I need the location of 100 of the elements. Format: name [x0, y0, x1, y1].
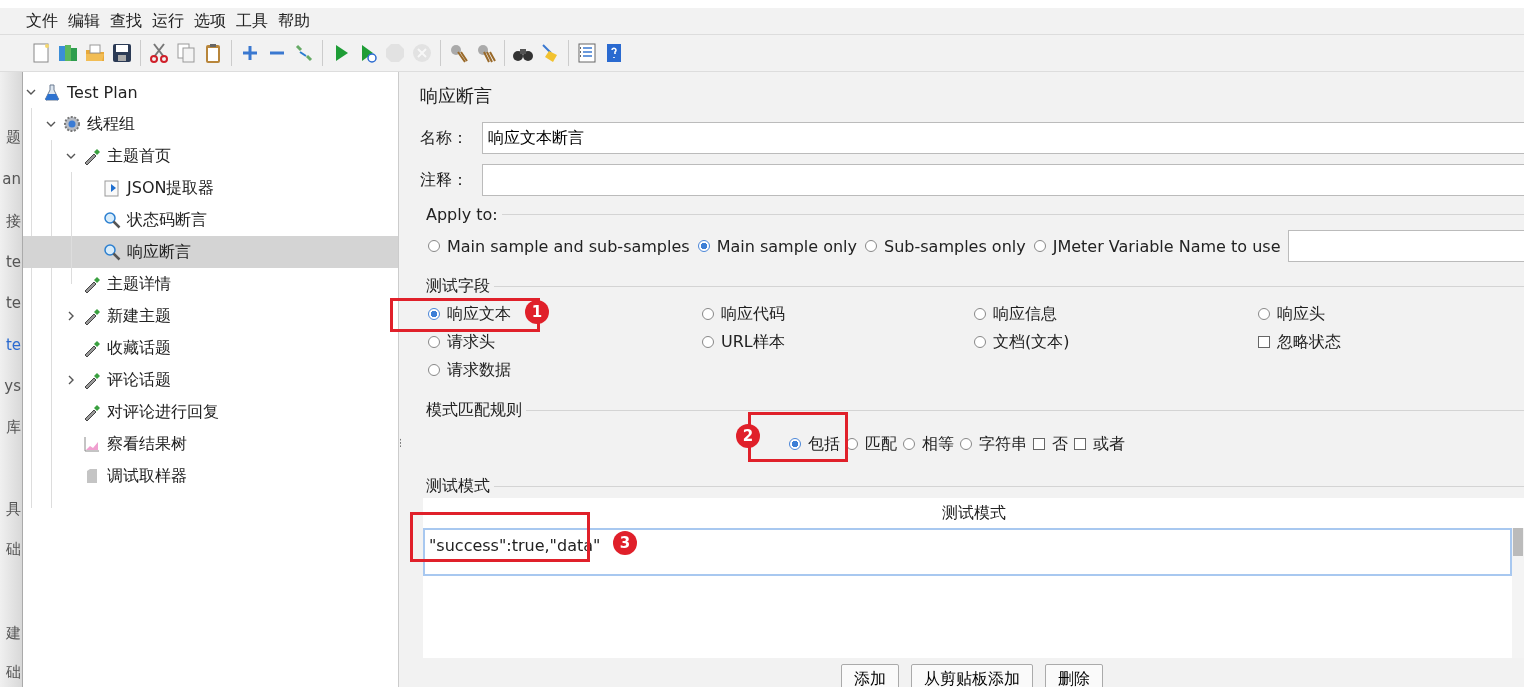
radio-button[interactable] [702, 336, 714, 348]
variable-name-field[interactable] [1288, 230, 1524, 262]
radio-button[interactable] [428, 240, 440, 252]
pipette-icon [83, 275, 101, 293]
action-button[interactable]: 删除 [1045, 664, 1103, 687]
background-text: 库 [6, 418, 21, 437]
checkbox[interactable] [1033, 438, 1045, 450]
radio-button[interactable] [865, 240, 878, 252]
chevron-down-icon[interactable] [66, 151, 76, 161]
menu-item[interactable]: 工具 [236, 10, 268, 32]
option-label: 忽略状态 [1277, 331, 1341, 353]
books-icon[interactable] [57, 42, 79, 64]
tree-item[interactable]: JSON提取器 [23, 172, 398, 204]
list-icon[interactable] [576, 42, 598, 64]
tree-item[interactable]: 主题首页 [23, 140, 398, 172]
magnifier-icon [103, 243, 121, 261]
pipette-icon [83, 371, 101, 389]
flask-icon [43, 83, 61, 101]
option-label: 相等 [922, 433, 954, 455]
background-text: te [5, 336, 21, 354]
radio-button[interactable] [428, 336, 440, 348]
pipette-icon [83, 147, 101, 165]
option-label: 响应头 [1277, 303, 1325, 325]
tree-item[interactable]: 察看结果树 [23, 428, 398, 460]
menu-item[interactable]: 选项 [194, 10, 226, 32]
option-label: 请求头 [447, 331, 495, 353]
radio-button[interactable] [702, 308, 714, 320]
radio-button[interactable] [428, 308, 440, 320]
menu-item[interactable]: 帮助 [278, 10, 310, 32]
copy-icon[interactable] [175, 42, 197, 64]
comment-field[interactable] [482, 164, 1524, 196]
background-text: ys [4, 377, 21, 395]
option-label: 响应信息 [993, 303, 1057, 325]
action-button[interactable]: 从剪贴板添加 [911, 664, 1033, 687]
action-button[interactable]: 添加 [841, 664, 899, 687]
radio-button[interactable] [903, 438, 915, 450]
tree-item[interactable]: 响应断言 [23, 236, 398, 268]
option-label: 请求数据 [447, 359, 511, 381]
step-number: 2 [736, 424, 760, 448]
step-number: 1 [525, 300, 549, 324]
radio-button[interactable] [789, 438, 801, 450]
background-text: 础 [6, 663, 21, 682]
checkbox[interactable] [1258, 336, 1270, 348]
tree-item[interactable]: 调试取样器 [23, 460, 398, 492]
tree-item[interactable]: 新建主题 [23, 300, 398, 332]
option-label: 匹配 [865, 433, 897, 455]
option-label: URL样本 [721, 331, 785, 353]
broom-icon[interactable] [448, 42, 470, 64]
menu-item[interactable]: 文件 [26, 10, 58, 32]
scissors-icon[interactable] [148, 42, 170, 64]
menu-item[interactable]: 查找 [110, 10, 142, 32]
group-title: 模式匹配规则 [426, 399, 522, 421]
chevron-down-icon[interactable] [26, 87, 36, 97]
menu-item[interactable]: 编辑 [68, 10, 100, 32]
field-label: 名称： [420, 127, 469, 149]
radio-button[interactable] [974, 308, 986, 320]
document-icon[interactable] [30, 42, 52, 64]
tree-item[interactable]: 收藏话题 [23, 332, 398, 364]
radio-button[interactable] [1258, 308, 1270, 320]
tree-item[interactable]: 状态码断言 [23, 204, 398, 236]
background-text: 接 [6, 212, 21, 231]
name-field[interactable]: 响应文本断言 [482, 122, 1524, 154]
chevron-right-icon[interactable] [66, 311, 76, 321]
background-text: 题 [6, 128, 21, 147]
tree-item[interactable]: 主题详情 [23, 268, 398, 300]
option-label: 响应代码 [721, 303, 785, 325]
field-label: 注释： [420, 169, 469, 191]
radio-button[interactable] [974, 336, 986, 348]
panel-title: 响应断言 [420, 84, 493, 108]
page-icon [86, 468, 98, 484]
option-label: 响应文本 [447, 303, 511, 325]
chevron-down-icon[interactable] [46, 119, 56, 129]
checkbox[interactable] [1074, 438, 1086, 450]
option-label: 或者 [1093, 433, 1125, 455]
option-label: 否 [1052, 433, 1068, 455]
background-text: te [5, 294, 21, 312]
background-text: an [2, 170, 21, 188]
brooms-icon[interactable] [475, 42, 497, 64]
radio-button[interactable] [428, 364, 440, 376]
radio-button[interactable] [697, 240, 710, 252]
tree-item[interactable]: Test Plan [23, 76, 398, 108]
tree-item[interactable]: 线程组 [23, 108, 398, 140]
scrollbar[interactable] [1512, 528, 1524, 658]
column-header: 测试模式 [940, 502, 1007, 524]
option-label: Main sample and sub-samples [447, 236, 690, 256]
menu-item[interactable]: 运行 [152, 10, 184, 32]
option-label: 包括 [808, 433, 840, 455]
tree-item[interactable]: 评论话题 [23, 364, 398, 396]
folder-icon[interactable] [84, 42, 106, 64]
chevron-right-icon[interactable] [66, 375, 76, 385]
toggle-icon[interactable] [293, 42, 315, 64]
splitter-grip-icon[interactable] [399, 438, 402, 448]
background-text: te [5, 253, 21, 271]
tree-item[interactable]: 对评论进行回复 [23, 396, 398, 428]
pipette-icon [83, 403, 101, 421]
option-label: 字符串 [979, 433, 1027, 455]
radio-button[interactable] [960, 438, 972, 450]
pipette-icon [83, 307, 101, 325]
radio-button[interactable] [1033, 240, 1046, 252]
option-label: Sub-samples only [884, 236, 1026, 256]
